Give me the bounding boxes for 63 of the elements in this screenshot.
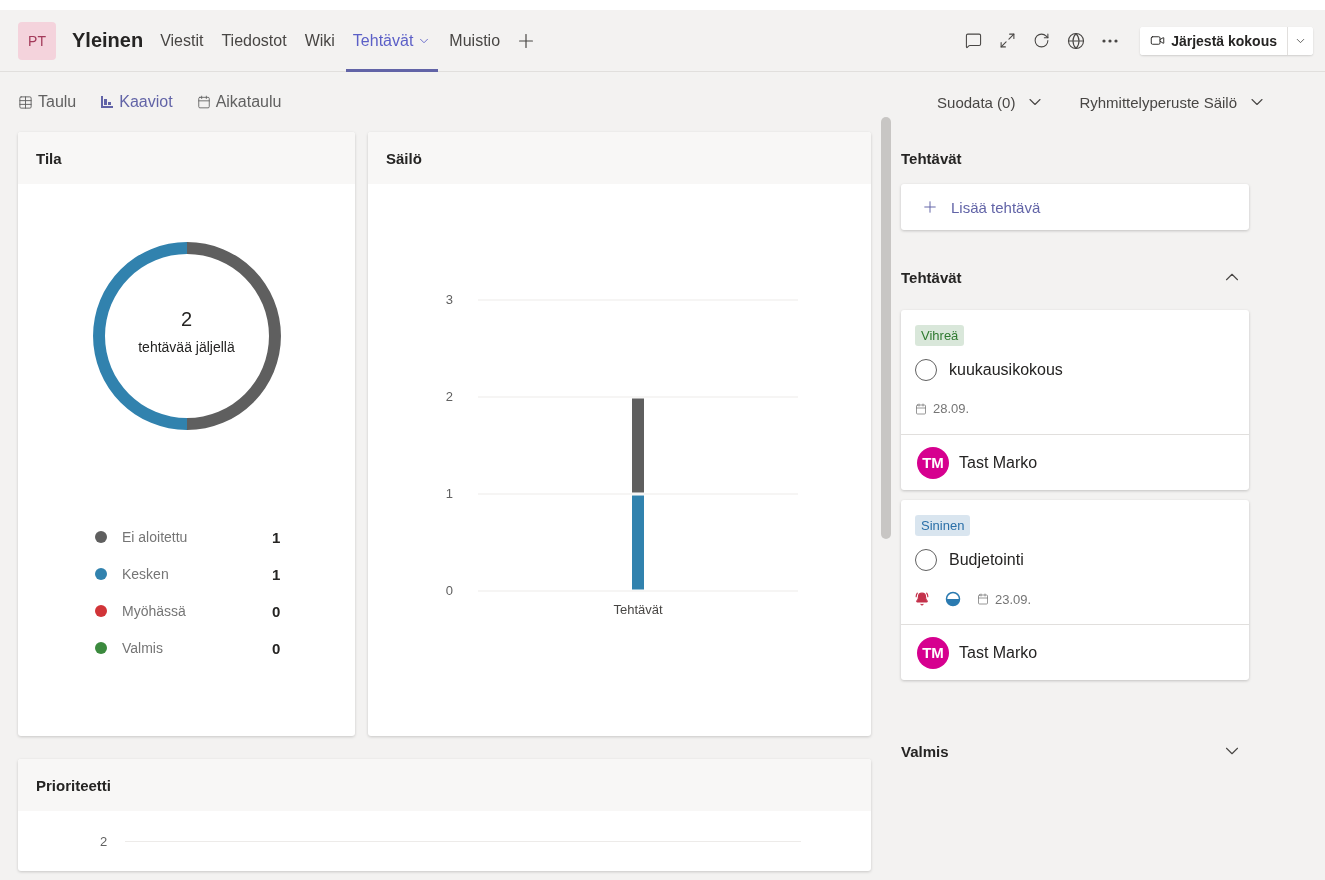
task-title: Budjetointi xyxy=(949,551,1024,569)
plus-icon xyxy=(921,198,939,216)
refresh-icon xyxy=(1033,32,1051,49)
group-by-dropdown[interactable]: Ryhmittelyperuste Säilö xyxy=(1079,92,1267,112)
group-title: Valmis xyxy=(901,742,949,760)
legend-label: Valmis xyxy=(122,640,164,656)
chat-icon xyxy=(965,32,983,49)
group-title: Tehtävät xyxy=(901,268,962,286)
assignee-avatar: TM xyxy=(917,446,949,479)
task-title: kuukausikokous xyxy=(949,361,1063,379)
channel-tab[interactable]: Muistio xyxy=(442,10,508,72)
calendar-icon xyxy=(196,95,211,109)
assignee-name: Tast Marko xyxy=(959,643,1038,662)
remaining-label: tehtävää jäljellä xyxy=(138,338,235,355)
video-icon xyxy=(1150,33,1166,48)
assignee-avatar: TM xyxy=(917,636,949,669)
complete-checkbox[interactable] xyxy=(915,359,937,381)
view-tab[interactable]: Taulu xyxy=(18,93,77,111)
filter-dropdown[interactable]: Suodata (0) xyxy=(937,92,1046,112)
add-task-button[interactable]: Lisää tehtävä xyxy=(901,184,1249,230)
axis-category-label: Tehtävät xyxy=(613,602,663,617)
view-tab[interactable]: Kaaviot xyxy=(100,93,173,111)
due-date: 23.09. xyxy=(995,591,1032,607)
legend-label: Ei aloitettu xyxy=(122,529,189,545)
axis-tick-label: 3 xyxy=(445,292,453,307)
scrollbar[interactable] xyxy=(881,117,891,539)
card-title: Tila xyxy=(36,149,62,167)
assignee-name: Tast Marko xyxy=(959,453,1038,472)
task-card[interactable]: Sininen Budjetointi 23.09. TM Tast Marko xyxy=(901,500,1249,680)
calendar-icon xyxy=(915,402,927,415)
meeting-button[interactable]: Järjestä kokous xyxy=(1140,26,1287,55)
legend-count: 0 xyxy=(272,639,281,657)
channel-tab[interactable]: Viestit xyxy=(153,10,211,72)
axis-tick-label: 1 xyxy=(445,486,453,501)
due-date: 28.09. xyxy=(933,401,970,416)
axis-tick-label: 0 xyxy=(445,583,453,598)
calendar-icon xyxy=(977,593,989,605)
channel-tab[interactable]: Tehtävät xyxy=(345,10,439,72)
team-avatar: PT xyxy=(18,21,56,60)
view-tab[interactable]: Aikataulu xyxy=(196,93,282,111)
chart-icon xyxy=(100,95,115,109)
more-icon xyxy=(1102,38,1119,43)
legend-label: Kesken xyxy=(122,566,170,582)
channel-title: Yleinen xyxy=(72,29,144,52)
axis-tick-label: 2 xyxy=(445,389,453,404)
channel-tab[interactable]: Tiedostot xyxy=(214,10,294,72)
panel-title: Tehtävät xyxy=(901,148,963,169)
legend-count: 1 xyxy=(272,528,281,546)
task-tag: Vihreä xyxy=(915,325,965,346)
legend-count: 1 xyxy=(272,565,281,583)
task-card[interactable]: Vihreä kuukausikokous 28.09. TM Tast Marko xyxy=(901,310,1249,490)
card-title: Prioriteetti xyxy=(36,776,111,794)
table-icon xyxy=(18,94,33,110)
legend-count: 0 xyxy=(272,602,281,620)
channel-tab[interactable]: Wiki xyxy=(297,10,342,72)
axis-tick-label: 2 xyxy=(100,833,108,849)
globe-icon xyxy=(1067,31,1086,50)
expand-icon xyxy=(999,32,1017,49)
task-tag: Sininen xyxy=(915,515,971,536)
remaining-count: 2 xyxy=(180,307,193,331)
legend-label: Myöhässä xyxy=(122,603,187,619)
complete-checkbox[interactable] xyxy=(915,549,937,571)
card-title: Säilö xyxy=(386,149,422,167)
